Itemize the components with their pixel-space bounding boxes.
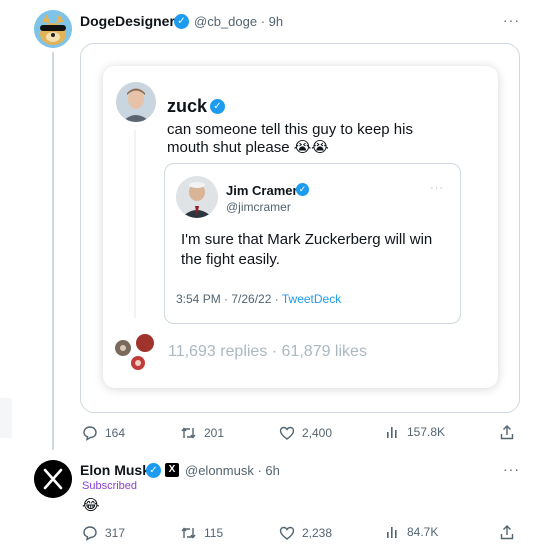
reply-text: 😂 (82, 497, 100, 514)
zuck-text-line1: can someone tell this guy to keep his (167, 121, 413, 138)
reply-like-count: 2,238 (302, 526, 333, 540)
views-action[interactable]: 157.8K (386, 425, 445, 439)
cramer-author-name: Jim Cramer (226, 183, 298, 198)
handle-text: @cb_doge (194, 14, 258, 29)
repost-icon (181, 427, 196, 439)
cramer-text-line1: I'm sure that Mark Zuckerberg will win (181, 231, 433, 248)
like-action[interactable]: 2,400 (279, 425, 332, 441)
reply-avatars-cluster (112, 332, 158, 372)
post-author-handle[interactable]: @cb_doge · 9h (194, 14, 283, 29)
cramer-more-icon: ··· (430, 182, 444, 194)
reply-separator: · (253, 463, 266, 478)
reply-views-action[interactable]: 84.7K (386, 525, 438, 539)
x-affiliation-icon: X (165, 463, 179, 477)
reply-author-handle[interactable]: @elonmusk · 6h (185, 463, 280, 478)
zuck-thread-line (134, 130, 136, 318)
post-more-icon[interactable]: ··· (503, 12, 520, 28)
source-link: TweetDeck (281, 292, 342, 306)
reply-action[interactable]: 164 (82, 425, 125, 441)
separator: · (257, 14, 269, 29)
reply-reply-action[interactable]: 317 (82, 525, 125, 541)
reply-like-action[interactable]: 2,238 (279, 525, 332, 541)
subscribed-badge: Subscribed (82, 480, 138, 492)
share-icon (500, 425, 514, 440)
cramer-text-line2: the fight easily. (181, 251, 280, 268)
cramer-timestamp: 3:54 PM · 7/26/22 · TweetDeck (176, 292, 341, 306)
reply-views-count: 84.7K (407, 525, 439, 539)
reply-icon (83, 426, 97, 441)
reply-reply-count: 317 (105, 526, 126, 540)
analytics-icon (387, 527, 397, 538)
heart-icon (279, 526, 295, 540)
zuck-author-name: zuck (167, 96, 208, 116)
analytics-icon (387, 427, 397, 438)
reply-more-icon[interactable]: ··· (503, 461, 520, 477)
post-author-name[interactable]: DogeDesigner (80, 13, 175, 29)
reply-repost-action[interactable]: 115 (180, 525, 223, 541)
cramer-verified-icon: ✓ (296, 183, 309, 196)
views-count: 157.8K (407, 425, 446, 439)
timestamp-text: 3:54 PM · 7/26/22 · (176, 292, 279, 306)
embed-footer-stats: 11,693 replies · 61,879 likes (168, 343, 367, 360)
reply-share-action[interactable] (500, 525, 514, 540)
share-icon (500, 525, 514, 540)
musk-avatar[interactable] (34, 460, 72, 498)
like-count: 2,400 (302, 426, 333, 440)
heart-icon (279, 426, 295, 440)
share-action[interactable] (500, 425, 514, 440)
doge-avatar[interactable] (34, 10, 72, 48)
reply-handle-text: @elonmusk (185, 463, 254, 478)
reply-author-name[interactable]: Elon Musk (80, 462, 150, 478)
cramer-handle: @jimcramer (226, 200, 291, 214)
cramer-tweet-text: I'm sure that Mark Zuckerberg will win t… (181, 230, 432, 270)
repost-action[interactable]: 201 (180, 425, 224, 441)
zuck-tweet-text: can someone tell this guy to keep his mo… (167, 121, 413, 157)
reply-count: 164 (105, 426, 126, 440)
thread-connector (52, 52, 54, 450)
verified-badge-icon: ✓ (174, 14, 189, 29)
zuck-verified-icon: ✓ (210, 99, 225, 114)
reply-repost-count: 115 (204, 526, 224, 540)
reply-time[interactable]: 6h (265, 463, 279, 478)
zuck-text-line2: mouth shut please 😭😭 (167, 139, 329, 156)
repost-icon (181, 527, 196, 539)
zuck-avatar (116, 82, 156, 122)
repost-count: 201 (204, 426, 225, 440)
cramer-avatar (176, 176, 218, 218)
post-time[interactable]: 9h (269, 14, 283, 29)
reply-verified-icon: ✓ (146, 463, 161, 478)
reply-icon (83, 526, 97, 541)
left-edge-mark (0, 398, 12, 438)
